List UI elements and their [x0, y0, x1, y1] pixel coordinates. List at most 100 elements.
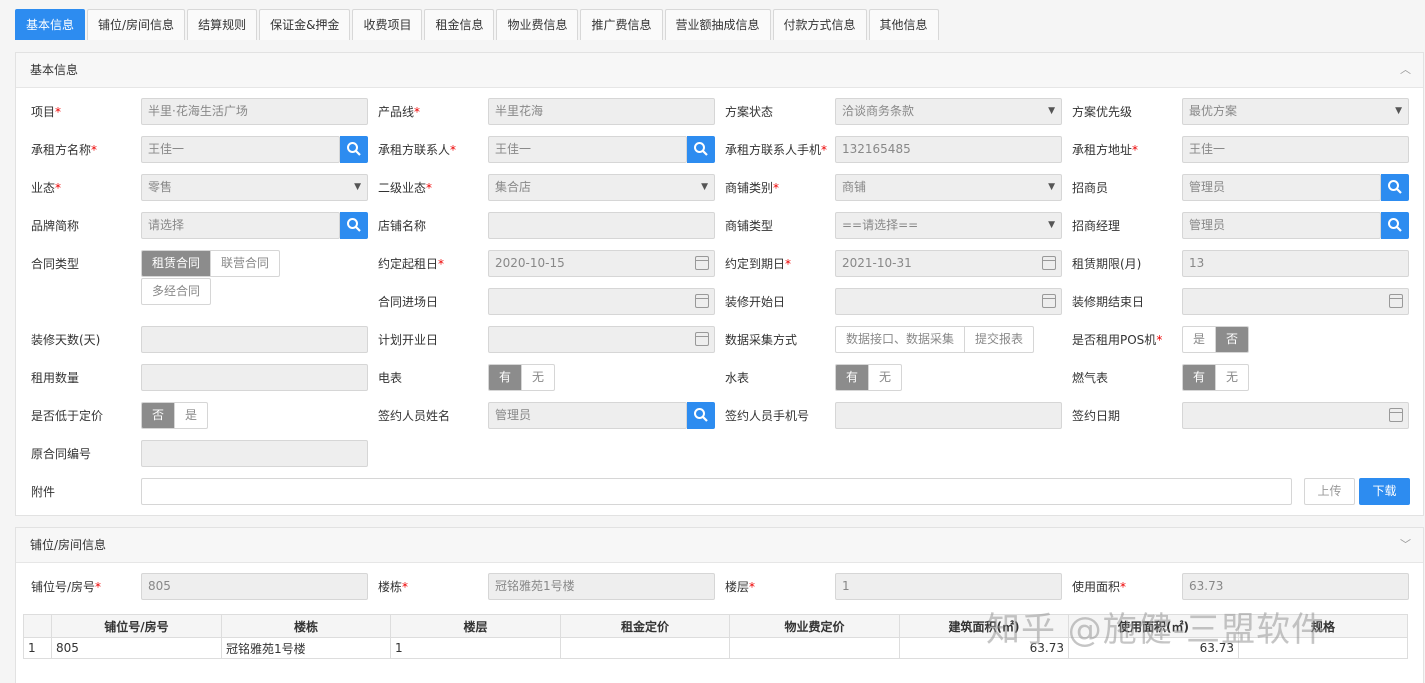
brand-search-button[interactable] — [340, 212, 368, 239]
sign-date-label: 签约日期 — [1072, 409, 1121, 423]
plan-priority-select[interactable]: 最优方案 ▼ — [1182, 98, 1409, 125]
start-date-field[interactable]: 2020-10-15 — [488, 250, 715, 277]
below-price-yes[interactable]: 是 — [175, 403, 207, 428]
data-collect-interface[interactable]: 数据接口、数据采集 — [836, 327, 966, 352]
building-field[interactable]: 冠铭雅苑1号楼 — [488, 573, 715, 600]
electric-yes[interactable]: 有 — [489, 365, 523, 390]
leasing-manager-field[interactable]: 管理员 — [1182, 212, 1381, 239]
format-label: 业态* — [31, 181, 62, 195]
sign-date-field[interactable] — [1182, 402, 1409, 429]
calendar-icon[interactable] — [1389, 294, 1403, 308]
water-no[interactable]: 无 — [869, 365, 901, 390]
room-no-field[interactable]: 805 — [141, 573, 368, 600]
floor-field[interactable]: 1 — [835, 573, 1062, 600]
room-info-header[interactable]: 铺位/房间信息 ﹀ — [16, 528, 1423, 563]
tenant-contact-field[interactable]: 王佳一 — [488, 136, 687, 163]
product-line-field[interactable]: 半里花海 — [488, 98, 715, 125]
chevron-down-icon[interactable]: ﹀ — [1400, 528, 1411, 562]
upload-button[interactable]: 上传 — [1304, 478, 1355, 505]
electric-no[interactable]: 无 — [522, 365, 554, 390]
room-info-title: 铺位/房间信息 — [30, 538, 107, 552]
format-select[interactable]: 零售 ▼ — [141, 174, 368, 201]
calendar-icon[interactable] — [695, 294, 709, 308]
calendar-icon[interactable] — [1389, 408, 1403, 422]
below-price-no[interactable]: 否 — [142, 403, 176, 428]
sub-format-select[interactable]: 集合店 ▼ — [488, 174, 715, 201]
lease-months-field[interactable]: 13 — [1182, 250, 1409, 277]
data-collect-label: 数据采集方式 — [725, 333, 798, 347]
area-field[interactable]: 63.73 — [1182, 573, 1409, 600]
water-yes[interactable]: 有 — [836, 365, 870, 390]
shop-type-select[interactable]: ==请选择== ▼ — [835, 212, 1062, 239]
gas-yes[interactable]: 有 — [1183, 365, 1217, 390]
contract-type-toggle-row2: 多经合同 — [141, 278, 212, 305]
end-date-field[interactable]: 2021-10-31 — [835, 250, 1062, 277]
tab-revenue-share[interactable]: 营业额抽成信息 — [664, 9, 771, 40]
calendar-icon[interactable] — [1042, 256, 1056, 270]
tab-basic-info[interactable]: 基本信息 — [15, 9, 86, 40]
contract-type-joint[interactable]: 联营合同 — [211, 251, 279, 276]
col-index — [23, 614, 52, 638]
leasing-agent-field[interactable]: 管理员 — [1182, 174, 1381, 201]
orig-contract-field[interactable] — [141, 440, 368, 467]
attachment-field[interactable] — [141, 478, 1292, 505]
entry-date-field[interactable] — [488, 288, 715, 315]
cell-use-area: 63.73 — [1068, 637, 1239, 659]
signer-phone-field[interactable] — [835, 402, 1062, 429]
calendar-icon[interactable] — [695, 256, 709, 270]
rent-qty-field[interactable] — [141, 364, 368, 391]
tab-promotion-fee[interactable]: 推广费信息 — [580, 9, 663, 40]
contract-type-lease[interactable]: 租赁合同 — [142, 251, 212, 276]
search-icon — [1388, 180, 1402, 194]
plan-priority-label: 方案优先级 — [1072, 105, 1133, 119]
download-button[interactable]: 下载 — [1359, 478, 1410, 505]
lease-months-label: 租赁期限(月) — [1072, 257, 1142, 271]
data-collect-toggle: 数据接口、数据采集 提交报表 — [835, 326, 1035, 353]
plan-open-field[interactable] — [488, 326, 715, 353]
caret-down-icon: ▼ — [1048, 182, 1055, 192]
search-icon — [694, 408, 708, 422]
shop-name-field[interactable] — [488, 212, 715, 239]
leasing-manager-search-button[interactable] — [1381, 212, 1409, 239]
col-use-area: 使用面积(㎡) — [1068, 614, 1239, 638]
tab-payment-method[interactable]: 付款方式信息 — [772, 9, 867, 40]
gas-no[interactable]: 无 — [1216, 365, 1248, 390]
leasing-agent-search-button[interactable] — [1381, 174, 1409, 201]
signer-name-field[interactable]: 管理员 — [488, 402, 687, 429]
reno-start-field[interactable] — [835, 288, 1062, 315]
area-label: 使用面积* — [1072, 580, 1127, 594]
tenant-contact-search-button[interactable] — [687, 136, 715, 163]
tab-charge-items[interactable]: 收费项目 — [352, 9, 423, 40]
pos-yes[interactable]: 是 — [1183, 327, 1217, 352]
project-field[interactable]: 半里·花海生活广场 — [141, 98, 368, 125]
signer-search-button[interactable] — [687, 402, 715, 429]
chevron-up-icon[interactable]: ︿ — [1400, 53, 1411, 87]
plan-status-select[interactable]: 洽谈商务条款 ▼ — [835, 98, 1062, 125]
calendar-icon[interactable] — [1042, 294, 1056, 308]
tab-property-fee[interactable]: 物业费信息 — [496, 9, 579, 40]
basic-info-header[interactable]: 基本信息 ︿ — [16, 53, 1423, 88]
shop-category-select[interactable]: 商铺 ▼ — [835, 174, 1062, 201]
reno-end-field[interactable] — [1182, 288, 1409, 315]
tab-settlement-rules[interactable]: 结算规则 — [187, 9, 258, 40]
cell-floor: 1 — [390, 637, 561, 659]
tenant-phone-field[interactable]: 132165485 — [835, 136, 1062, 163]
brand-field[interactable]: 请选择 — [141, 212, 340, 239]
table-row[interactable]: 1 805 冠铭雅苑1号楼 1 63.73 63.73 — [23, 637, 1408, 659]
col-room-no: 铺位号/房号 — [51, 614, 222, 638]
tenant-name-search-button[interactable] — [340, 136, 368, 163]
pos-no[interactable]: 否 — [1216, 327, 1249, 352]
tab-deposit[interactable]: 保证金&押金 — [259, 9, 351, 40]
data-collect-report[interactable]: 提交报表 — [965, 327, 1033, 352]
reno-days-field[interactable] — [141, 326, 368, 353]
contract-type-multi[interactable]: 多经合同 — [142, 279, 210, 304]
cell-room-no: 805 — [51, 637, 222, 659]
tenant-name-field[interactable]: 王佳一 — [141, 136, 340, 163]
water-toggle: 有 无 — [835, 364, 903, 391]
caret-down-icon: ▼ — [1048, 106, 1055, 116]
calendar-icon[interactable] — [695, 332, 709, 346]
tenant-address-field[interactable]: 王佳一 — [1182, 136, 1409, 163]
tab-rent-info[interactable]: 租金信息 — [424, 9, 495, 40]
tab-other-info[interactable]: 其他信息 — [868, 9, 939, 40]
tab-room-info[interactable]: 铺位/房间信息 — [87, 9, 186, 40]
